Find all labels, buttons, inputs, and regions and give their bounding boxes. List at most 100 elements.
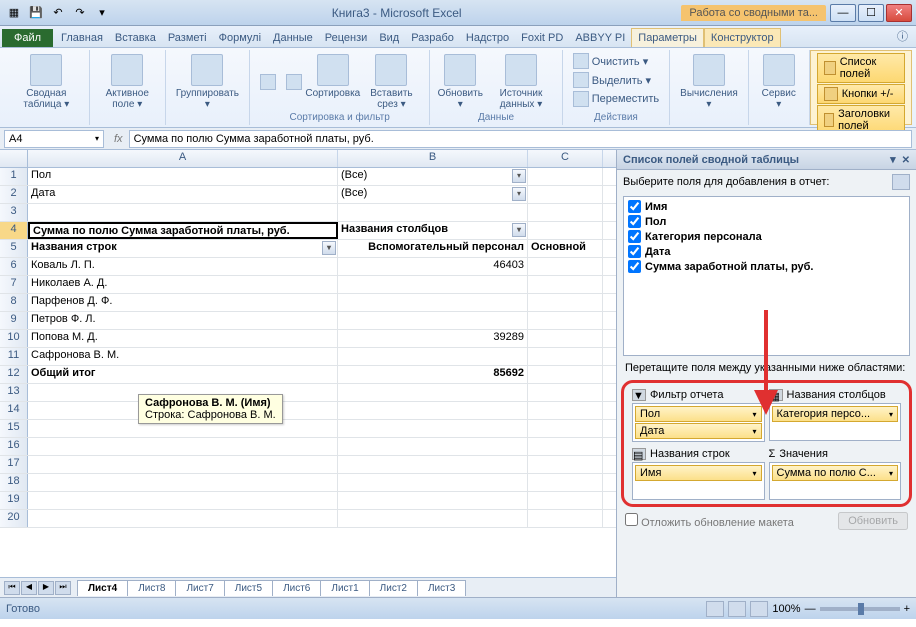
row-header[interactable]: 12 <box>0 366 28 383</box>
values-drop-area[interactable]: Сумма по полю С...▾ <box>769 462 902 500</box>
row-header[interactable]: 14 <box>0 402 28 419</box>
row-header[interactable]: 17 <box>0 456 28 473</box>
fx-icon[interactable]: fx <box>108 133 129 145</box>
cell[interactable] <box>528 312 603 329</box>
zoom-slider[interactable] <box>820 607 900 611</box>
cell[interactable]: Вспомогательный персонал <box>338 240 528 257</box>
cell[interactable] <box>528 330 603 347</box>
row-header[interactable]: 4 <box>0 222 28 239</box>
data-source-button[interactable]: Источник данных ▾ <box>486 52 555 112</box>
cell[interactable] <box>528 456 603 473</box>
view-layout-button[interactable] <box>728 601 746 617</box>
select-button[interactable]: Выделить ▾ <box>569 71 663 89</box>
group-button[interactable]: Группировать ▾ <box>172 52 243 112</box>
cell[interactable] <box>338 312 528 329</box>
area-field-item[interactable]: Категория персо...▾ <box>772 406 899 422</box>
cell[interactable] <box>28 492 338 509</box>
calculations-button[interactable]: Вычисления ▾ <box>676 52 742 112</box>
cell[interactable]: (Все)▾ <box>338 186 528 203</box>
cell[interactable] <box>338 402 528 419</box>
clear-button[interactable]: Очистить ▾ <box>569 52 663 70</box>
cell[interactable]: Попова М. Д. <box>28 330 338 347</box>
cell[interactable] <box>338 474 528 491</box>
cell[interactable]: Сафронова В. М. <box>28 348 338 365</box>
area-field-item[interactable]: Имя▾ <box>635 465 762 481</box>
rows-drop-area[interactable]: Имя▾ <box>632 462 765 500</box>
sort-button[interactable]: Сортировка <box>308 52 358 112</box>
tab-Надстро[interactable]: Надстро <box>460 29 515 47</box>
cell[interactable] <box>528 510 603 527</box>
sort-desc-button[interactable] <box>282 52 306 112</box>
name-box[interactable]: A4▾ <box>4 130 104 148</box>
cell[interactable] <box>528 420 603 437</box>
row-header[interactable]: 15 <box>0 420 28 437</box>
row-header[interactable]: 3 <box>0 204 28 221</box>
col-header-b[interactable]: B <box>338 150 528 167</box>
redo-icon[interactable]: ↷ <box>70 3 90 23</box>
zoom-in-button[interactable]: + <box>904 603 910 615</box>
maximize-button[interactable]: ☐ <box>858 4 884 22</box>
tab-Вставка[interactable]: Вставка <box>109 29 162 47</box>
cell[interactable]: Дата <box>28 186 338 203</box>
tab-Формулі[interactable]: Формулі <box>213 29 267 47</box>
insert-slicer-button[interactable]: Вставить срез ▾ <box>360 52 424 112</box>
cell[interactable]: Парфенов Д. Ф. <box>28 294 338 311</box>
view-normal-button[interactable] <box>706 601 724 617</box>
cell[interactable]: Пол <box>28 168 338 185</box>
field-checkbox-item[interactable]: Имя <box>626 199 907 214</box>
tab-parameters[interactable]: Параметры <box>631 28 704 47</box>
cell[interactable] <box>338 204 528 221</box>
cell[interactable] <box>528 276 603 293</box>
cell[interactable] <box>28 204 338 221</box>
sheet-nav-prev[interactable]: ◀ <box>21 581 37 595</box>
field-checkbox-item[interactable]: Сумма заработной платы, руб. <box>626 259 907 274</box>
cell[interactable] <box>528 474 603 491</box>
field-list-toggle[interactable]: Список полей <box>817 53 905 83</box>
columns-drop-area[interactable]: Категория персо...▾ <box>769 403 902 441</box>
cell[interactable] <box>528 492 603 509</box>
row-header[interactable]: 5 <box>0 240 28 257</box>
close-button[interactable]: ✕ <box>886 4 912 22</box>
cell[interactable] <box>338 276 528 293</box>
view-break-button[interactable] <box>750 601 768 617</box>
tab-Foxit PD[interactable]: Foxit PD <box>515 29 569 47</box>
tab-Разметі[interactable]: Разметі <box>162 29 213 47</box>
cell[interactable] <box>28 474 338 491</box>
sheet-tab[interactable]: Лист3 <box>417 580 466 596</box>
cell[interactable] <box>528 186 603 203</box>
sheet-nav-next[interactable]: ▶ <box>38 581 54 595</box>
cell[interactable]: 46403 <box>338 258 528 275</box>
excel-icon[interactable]: ▦ <box>4 3 24 23</box>
refresh-button[interactable]: Обновить ▾ <box>436 52 484 112</box>
filter-dropdown-icon[interactable]: ▾ <box>512 187 526 201</box>
layout-options-icon[interactable] <box>892 174 910 190</box>
row-header[interactable]: 1 <box>0 168 28 185</box>
cell[interactable]: Сумма по полю Сумма заработной платы, ру… <box>28 222 338 239</box>
cell[interactable] <box>528 168 603 185</box>
area-field-item[interactable]: Пол▾ <box>635 406 762 422</box>
row-header[interactable]: 8 <box>0 294 28 311</box>
cell[interactable] <box>338 492 528 509</box>
move-button[interactable]: Переместить <box>569 90 663 108</box>
buttons-toggle[interactable]: Кнопки +/- <box>817 84 905 104</box>
zoom-out-button[interactable]: — <box>805 603 816 615</box>
tools-button[interactable]: Сервис ▾ <box>755 52 803 112</box>
defer-update-checkbox[interactable]: Отложить обновление макета <box>625 513 794 529</box>
cell[interactable] <box>528 366 603 383</box>
formula-input[interactable]: Сумма по полю Сумма заработной платы, ру… <box>129 130 912 148</box>
cell[interactable] <box>528 384 603 401</box>
area-field-item[interactable]: Дата▾ <box>635 423 762 439</box>
cell[interactable]: Названия столбцов▾ <box>338 222 528 239</box>
cell[interactable] <box>528 402 603 419</box>
row-header[interactable]: 9 <box>0 312 28 329</box>
sheet-nav-first[interactable]: ⏮ <box>4 581 20 595</box>
sheet-tab[interactable]: Лист7 <box>175 580 224 596</box>
row-header[interactable]: 6 <box>0 258 28 275</box>
filter-dropdown-icon[interactable]: ▾ <box>322 241 336 255</box>
cell[interactable]: Названия строк▾ <box>28 240 338 257</box>
field-checkbox-item[interactable]: Дата <box>626 244 907 259</box>
sheet-tab[interactable]: Лист8 <box>127 580 176 596</box>
undo-icon[interactable]: ↶ <box>48 3 68 23</box>
col-header-a[interactable]: A <box>28 150 338 167</box>
cell[interactable] <box>28 456 338 473</box>
